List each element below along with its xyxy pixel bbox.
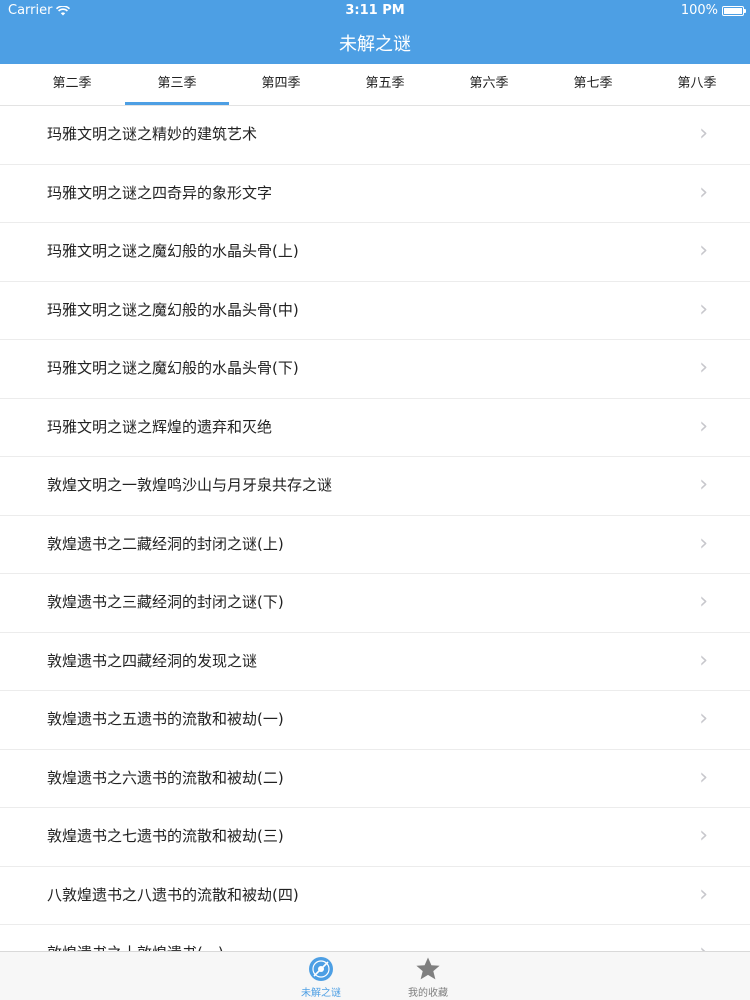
chevron-right-icon: › bbox=[699, 925, 708, 951]
list-item-title: 玛雅文明之谜之魔幻般的水晶头骨(上) bbox=[47, 242, 299, 260]
list-item-title: 玛雅文明之谜之精妙的建筑艺术 bbox=[47, 125, 258, 143]
chevron-right-icon: › bbox=[699, 823, 708, 848]
chevron-right-icon: › bbox=[699, 296, 708, 322]
season-tabs: 第二季 第三季 第四季 第五季 第六季 第七季 第八季 bbox=[0, 64, 750, 106]
chevron-right-icon: › bbox=[699, 238, 708, 263]
page-title: 未解之谜 bbox=[339, 34, 411, 55]
list-item-title: 敦煌遗书之六遗书的流散和被劫(二) bbox=[47, 768, 284, 787]
list-item[interactable]: 敦煌遗书之七遗书的流散和被劫(三) › bbox=[0, 808, 750, 867]
list-item-title: 敦煌遗书之四藏经洞的发现之谜 bbox=[47, 651, 258, 670]
tab-season-8[interactable]: 第八季 bbox=[645, 64, 749, 105]
list-item-title: 敦煌遗书之三藏经洞的封闭之谜(下) bbox=[47, 593, 284, 611]
tabbar-item-favorites[interactable]: 我的收藏 bbox=[388, 956, 468, 999]
list-item-title: 敦煌遗书之五遗书的流散和被劫(一) bbox=[47, 710, 284, 728]
chevron-right-icon: › bbox=[699, 413, 708, 439]
chevron-right-icon: › bbox=[699, 179, 708, 205]
list-item[interactable]: 敦煌文明之一敦煌鸣沙山与月牙泉共存之谜 › bbox=[0, 457, 750, 516]
list-item[interactable]: 玛雅文明之谜之魔幻般的水晶头骨(上) › bbox=[0, 223, 750, 282]
tab-season-4[interactable]: 第四季 bbox=[229, 64, 333, 105]
list-item-title: 八敦煌遗书之八遗书的流散和被劫(四) bbox=[47, 885, 299, 904]
tabbar-label: 我的收藏 bbox=[408, 988, 448, 999]
chevron-right-icon: › bbox=[699, 355, 708, 380]
list-item[interactable]: 敦煌遗书之五遗书的流散和被劫(一) › bbox=[0, 691, 750, 750]
list-item[interactable]: 玛雅文明之谜之精妙的建筑艺术 › bbox=[0, 106, 750, 165]
list-item-title: 敦煌遗书之七遗书的流散和被劫(三) bbox=[47, 827, 284, 845]
list-item[interactable]: 敦煌遗书之二藏经洞的封闭之谜(上) › bbox=[0, 516, 750, 574]
star-icon bbox=[416, 957, 440, 980]
list-item[interactable]: 敦煌遗书之四藏经洞的发现之谜 › bbox=[0, 633, 750, 691]
list-item[interactable]: 玛雅文明之谜之魔幻般的水晶头骨(下) › bbox=[0, 340, 750, 399]
chevron-right-icon: › bbox=[699, 589, 708, 614]
tab-season-3[interactable]: 第三季 bbox=[125, 64, 229, 105]
bottom-tab-bar: 未解之谜 我的收藏 bbox=[0, 951, 750, 1000]
navigation-header: Carrier 3:11 PM 100% 未解之谜 bbox=[0, 0, 750, 64]
chevron-right-icon: › bbox=[699, 764, 708, 790]
chevron-right-icon: › bbox=[699, 647, 708, 673]
chevron-right-icon: › bbox=[699, 881, 708, 907]
tab-season-5[interactable]: 第五季 bbox=[333, 64, 437, 105]
list-item[interactable]: 八敦煌遗书之八遗书的流散和被劫(四) › bbox=[0, 867, 750, 925]
disc-icon bbox=[309, 957, 333, 981]
list-item-title: 玛雅文明之谜之魔幻般的水晶头骨(下) bbox=[47, 359, 299, 377]
list-item-title: 玛雅文明之谜之魔幻般的水晶头骨(中) bbox=[47, 300, 299, 319]
battery-icon bbox=[722, 5, 746, 16]
list-item[interactable]: 敦煌遗书之三藏经洞的封闭之谜(下) › bbox=[0, 574, 750, 633]
list-item-title: 敦煌文明之一敦煌鸣沙山与月牙泉共存之谜 bbox=[47, 476, 333, 494]
status-time: 3:11 PM bbox=[345, 3, 405, 18]
tab-season-7[interactable]: 第七季 bbox=[541, 64, 645, 105]
list-item-title: 玛雅文明之谜之辉煌的遗弃和灭绝 bbox=[47, 417, 273, 436]
list-item[interactable]: 玛雅文明之谜之辉煌的遗弃和灭绝 › bbox=[0, 399, 750, 457]
list-item[interactable]: 玛雅文明之谜之四奇异的象形文字 › bbox=[0, 165, 750, 223]
tabbar-item-mysteries[interactable]: 未解之谜 bbox=[281, 956, 361, 999]
list-item-title: 玛雅文明之谜之四奇异的象形文字 bbox=[47, 183, 273, 202]
list-item[interactable]: 玛雅文明之谜之魔幻般的水晶头骨(中) › bbox=[0, 282, 750, 340]
chevron-right-icon: › bbox=[699, 121, 708, 146]
tab-season-6[interactable]: 第六季 bbox=[437, 64, 541, 105]
list-item-title: 敦煌遗书之十敦煌遗书(一) bbox=[47, 925, 224, 951]
status-bar: Carrier 3:11 PM 100% bbox=[0, 0, 750, 20]
battery-indicator: 100% bbox=[680, 3, 746, 18]
chevron-right-icon: › bbox=[699, 530, 708, 556]
chevron-right-icon: › bbox=[699, 472, 708, 497]
tab-season-2[interactable]: 第二季 bbox=[20, 64, 124, 105]
list-item-title: 敦煌遗书之二藏经洞的封闭之谜(上) bbox=[47, 534, 284, 553]
list-item[interactable]: 敦煌遗书之六遗书的流散和被劫(二) › bbox=[0, 750, 750, 808]
list-item[interactable]: 敦煌遗书之十敦煌遗书(一) › bbox=[0, 925, 750, 951]
battery-percentage: 100% bbox=[680, 3, 718, 18]
episode-list[interactable]: 玛雅文明之谜之精妙的建筑艺术 › 玛雅文明之谜之四奇异的象形文字 › 玛雅文明之谜之… bbox=[0, 106, 750, 951]
tabbar-label: 未解之谜 bbox=[301, 988, 341, 999]
chevron-right-icon: › bbox=[699, 706, 708, 731]
